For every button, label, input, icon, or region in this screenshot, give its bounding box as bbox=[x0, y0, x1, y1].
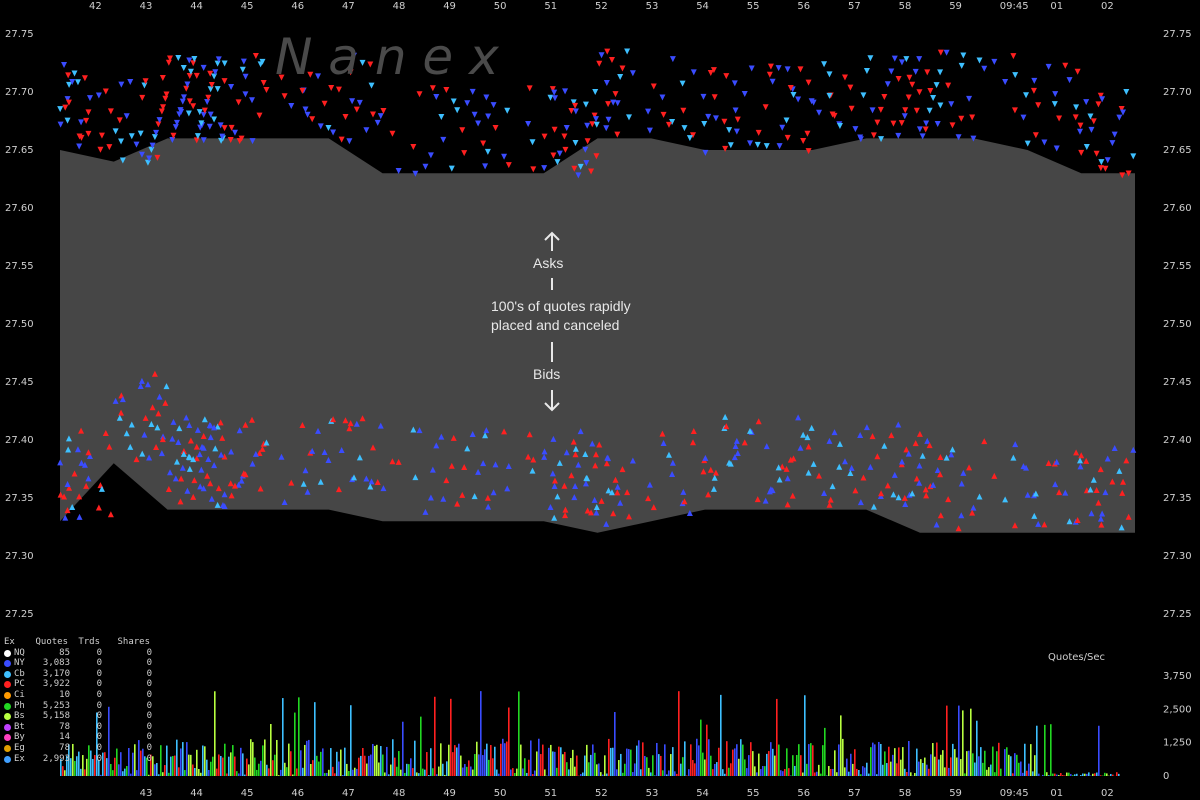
legend-shares: 0 bbox=[146, 732, 152, 743]
legend-quotes: 5,158 bbox=[42, 711, 70, 722]
legend-shares: 0 bbox=[146, 668, 152, 679]
legend-quotes: 10 bbox=[59, 689, 70, 700]
legend-color-icon bbox=[4, 649, 11, 657]
legend-header-shares: Shares bbox=[117, 637, 150, 647]
legend-trds: 0 bbox=[96, 732, 102, 743]
legend-shares: 0 bbox=[146, 742, 152, 753]
legend-row: Cb 3,170 0 0 bbox=[4, 669, 152, 680]
legend-shares: 0 bbox=[146, 658, 152, 669]
legend-ex: Ci bbox=[14, 689, 25, 700]
legend-quotes: 5,253 bbox=[42, 700, 70, 711]
legend-ex: NQ bbox=[14, 647, 25, 658]
legend-ex: Ph bbox=[14, 700, 25, 711]
arrow-down-icon bbox=[544, 390, 560, 412]
legend-trds: 0 bbox=[96, 658, 102, 669]
legend-shares: 0 bbox=[146, 700, 152, 711]
legend-quotes: 2,993 bbox=[42, 753, 70, 764]
legend-header-ex: Ex bbox=[4, 637, 15, 647]
legend-color-icon bbox=[4, 744, 11, 752]
legend-color-icon bbox=[4, 681, 11, 689]
legend-shares: 0 bbox=[146, 753, 152, 764]
legend-quotes: 14 bbox=[59, 732, 70, 743]
legend-ex: NY bbox=[14, 658, 25, 669]
exchange-legend: Ex Quotes Trds Shares NQ 85 0 0 NY 3,083 0 0 Cb 3… bbox=[4, 637, 152, 764]
legend-shares: 0 bbox=[146, 711, 152, 722]
legend-trds: 0 bbox=[96, 711, 102, 722]
legend-ex: PC bbox=[14, 679, 25, 690]
legend-shares: 0 bbox=[146, 647, 152, 658]
legend-color-icon bbox=[4, 755, 11, 763]
legend-quotes: 78 bbox=[59, 721, 70, 732]
legend-trds: 0 bbox=[96, 753, 102, 764]
legend-color-icon bbox=[4, 702, 11, 710]
legend-color-icon bbox=[4, 723, 11, 731]
legend-row: NQ 85 0 0 bbox=[4, 648, 152, 659]
legend-row: Bt 78 0 0 bbox=[4, 722, 152, 733]
legend-quotes: 3,170 bbox=[42, 668, 70, 679]
legend-header-trds: Trds bbox=[78, 637, 100, 647]
legend-trds: 0 bbox=[96, 721, 102, 732]
arrow-up-icon bbox=[544, 231, 560, 251]
legend-row: Ph 5,253 0 0 bbox=[4, 701, 152, 712]
legend-row: Ex 2,993 0 0 bbox=[4, 754, 152, 765]
legend-color-icon bbox=[4, 670, 11, 678]
annotation-arrows bbox=[544, 231, 560, 412]
volume-title: Quotes/Sec bbox=[1048, 652, 1105, 663]
legend-ex: By bbox=[14, 732, 25, 743]
legend-quotes: 78 bbox=[59, 742, 70, 753]
legend-row: By 14 0 0 bbox=[4, 732, 152, 743]
legend-header-quotes: Quotes bbox=[35, 637, 68, 647]
legend-row: PC 3,922 0 0 bbox=[4, 679, 152, 690]
legend-shares: 0 bbox=[146, 679, 152, 690]
legend-ex: Bt bbox=[14, 721, 25, 732]
legend-row: Ci 10 0 0 bbox=[4, 690, 152, 701]
legend-shares: 0 bbox=[146, 689, 152, 700]
legend-ex: Ex bbox=[14, 753, 25, 764]
legend-color-icon bbox=[4, 713, 11, 721]
legend-color-icon bbox=[4, 691, 11, 699]
legend-trds: 0 bbox=[96, 689, 102, 700]
legend-quotes: 85 bbox=[59, 647, 70, 658]
legend-ex: Bs bbox=[14, 711, 25, 722]
legend-trds: 0 bbox=[96, 668, 102, 679]
legend-row: Eg 78 0 0 bbox=[4, 743, 152, 754]
legend-color-icon bbox=[4, 734, 11, 742]
legend-shares: 0 bbox=[146, 721, 152, 732]
legend-trds: 0 bbox=[96, 647, 102, 658]
legend-quotes: 3,922 bbox=[42, 679, 70, 690]
legend-ex: Cb bbox=[14, 668, 25, 679]
legend-trds: 0 bbox=[96, 742, 102, 753]
legend-color-icon bbox=[4, 660, 11, 668]
legend-trds: 0 bbox=[96, 700, 102, 711]
legend-header: Ex Quotes Trds Shares bbox=[4, 637, 152, 648]
legend-ex: Eg bbox=[14, 742, 25, 753]
legend-quotes: 3,083 bbox=[42, 658, 70, 669]
legend-trds: 0 bbox=[96, 679, 102, 690]
legend-row: NY 3,083 0 0 bbox=[4, 658, 152, 669]
legend-row: Bs 5,158 0 0 bbox=[4, 711, 152, 722]
